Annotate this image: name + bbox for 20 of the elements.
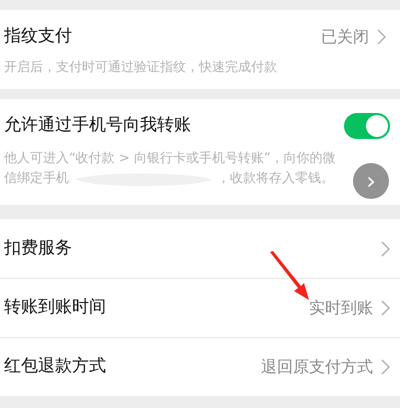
setting-title: 允许通过手机号向我转账	[4, 114, 192, 138]
chevron-right-icon	[381, 240, 390, 256]
chevron-right-icon	[377, 28, 386, 45]
setting-row[interactable]: 红包退款方式 退回原支付方式	[0, 337, 400, 396]
setting-description: ，收款将存入零钱。	[217, 170, 334, 188]
setting-value: 退回原支付方式	[261, 356, 373, 378]
chevron-right-icon	[381, 359, 390, 375]
fingerprint-row[interactable]: 指纹支付 已关闭	[4, 24, 386, 50]
setting-label: 红包退款方式	[4, 355, 107, 378]
setting-description: 他人可进入“收付款 > 向银行卡或手机号转账”，向你的微	[4, 150, 337, 168]
setting-row[interactable]: 扣费服务	[0, 219, 400, 278]
setting-label: 转账到账时间	[4, 296, 107, 320]
setting-value: 实时到账	[309, 297, 373, 319]
setting-label: 扣费服务	[4, 236, 73, 260]
setting-title: 指纹支付	[4, 25, 73, 48]
setting-description: 信绑定手机	[4, 170, 69, 188]
chevron-right-icon	[381, 300, 390, 316]
setting-value: 已关闭	[321, 26, 369, 48]
setting-description: 开启后，支付时可通过验证指纹，快速完成付款	[4, 58, 278, 76]
toggle-switch[interactable]	[344, 113, 390, 139]
